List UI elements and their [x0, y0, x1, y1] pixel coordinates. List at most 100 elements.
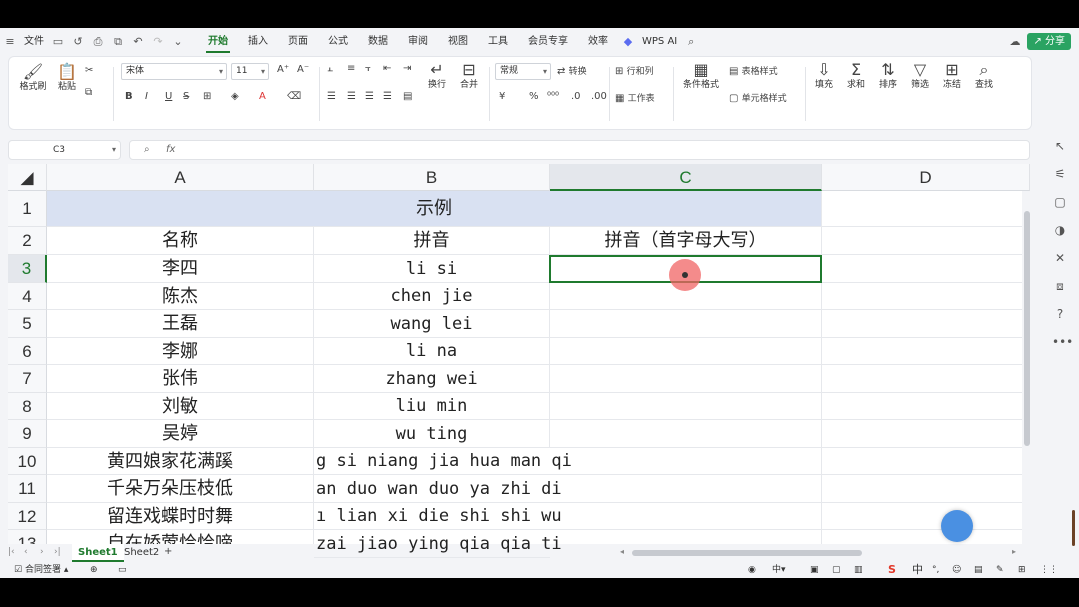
align-left-icon[interactable]: ☰ — [327, 91, 336, 102]
last-sheet-icon[interactable]: ›| — [54, 547, 61, 557]
more-icon[interactable]: ••• — [1052, 334, 1073, 350]
pinyin-capitalized-cell[interactable] — [550, 475, 822, 503]
cloud-icon[interactable]: ☁ — [1008, 35, 1022, 49]
next-sheet-icon[interactable]: › — [40, 547, 44, 557]
tab-wps-ai[interactable]: WPS AI — [638, 28, 681, 56]
tools-icon[interactable]: ✕ — [1052, 250, 1068, 266]
pinyin-cell[interactable]: ı lian xi die shi shi wu — [314, 503, 562, 530]
tab-formula[interactable]: 公式 — [318, 28, 358, 56]
backup-icon[interactable]: ⧈ — [1052, 278, 1068, 294]
row-header-9[interactable]: 9 — [8, 420, 47, 448]
eye-icon[interactable]: ◉ — [748, 562, 756, 578]
hamburger-icon[interactable]: ≡ — [3, 35, 17, 49]
prev-sheet-icon[interactable]: ‹ — [24, 547, 28, 557]
style-icon[interactable]: ◑ — [1052, 222, 1068, 238]
row-header-10[interactable]: 10 — [8, 448, 47, 475]
italic-icon[interactable]: I — [145, 91, 148, 102]
tab-home[interactable]: 开始 — [198, 28, 238, 56]
sogou-icon[interactable]: S — [888, 562, 896, 578]
name-cell[interactable]: 张伟 — [47, 365, 314, 393]
column-header-b[interactable]: B — [314, 164, 550, 191]
tab-member[interactable]: 会员专享 — [518, 28, 578, 56]
font-color-icon[interactable]: A — [259, 91, 266, 102]
table-cell[interactable] — [822, 503, 1030, 530]
sum-button[interactable]: Σ 求和 — [841, 61, 871, 91]
scroll-right-icon[interactable]: ▸ — [1012, 547, 1016, 556]
add-decimal-icon[interactable]: .0 — [571, 91, 581, 102]
distribute-icon[interactable]: ▤ — [403, 91, 412, 102]
vertical-scroll-thumb[interactable] — [1024, 211, 1030, 446]
pinyin-cell[interactable]: li si — [314, 255, 550, 283]
row-header-7[interactable]: 7 — [8, 365, 47, 393]
decrease-font-icon[interactable]: A⁻ — [297, 64, 309, 75]
tab-insert[interactable]: 插入 — [238, 28, 278, 56]
select-all-corner[interactable]: ◢ — [8, 164, 47, 191]
save-icon[interactable]: ▭ — [51, 35, 65, 49]
strikethrough-icon[interactable]: S̶ — [183, 91, 189, 102]
punctuation-icon[interactable]: °, — [932, 562, 939, 578]
print-preview-icon[interactable]: ⧉ — [111, 35, 125, 49]
align-bottom-icon[interactable]: ⫟ — [365, 63, 371, 74]
row-header-3[interactable]: 3 — [8, 255, 47, 283]
name-box[interactable]: C3 ▾ — [8, 140, 121, 160]
row-header-1[interactable]: 1 — [8, 191, 47, 227]
table-cell[interactable] — [822, 475, 1030, 503]
tab-page[interactable]: 页面 — [278, 28, 318, 56]
menu-file[interactable]: 文件 — [20, 28, 48, 56]
pinyin-cell[interactable]: g si niang jia hua man qi — [314, 448, 572, 475]
horizontal-scroll-thumb[interactable] — [632, 550, 862, 556]
align-center-icon[interactable]: ☰ — [347, 91, 356, 102]
table-cell[interactable] — [822, 227, 1030, 255]
help-icon[interactable]: ? — [1052, 306, 1068, 322]
clear-icon[interactable]: ⌫ — [287, 91, 301, 102]
tab-efficiency[interactable]: 效率 — [578, 28, 618, 56]
normal-view-icon[interactable]: ▣ — [810, 562, 819, 578]
wrap-text-button[interactable]: ↵ 换行 — [423, 61, 451, 91]
rows-cols-button[interactable]: ⊞ 行和列 — [615, 64, 654, 77]
name-cell[interactable]: 王磊 — [47, 310, 314, 338]
select-pointer-icon[interactable]: ↖ — [1052, 138, 1068, 154]
pinyin-cell[interactable]: wang lei — [314, 310, 550, 338]
pinyin-capitalized-cell[interactable] — [550, 503, 822, 530]
first-sheet-icon[interactable]: |‹ — [8, 547, 15, 557]
sheet-title-cell[interactable]: 示例 — [47, 191, 822, 227]
align-middle-icon[interactable]: ≡ — [347, 63, 355, 74]
pinyin-cell[interactable]: zhang wei — [314, 365, 550, 393]
row-header-6[interactable]: 6 — [8, 338, 47, 365]
pinyin-cell[interactable]: an duo wan duo ya zhi di — [314, 475, 562, 503]
table-cell[interactable] — [822, 255, 1030, 283]
add-sheet-icon[interactable]: + — [164, 546, 172, 557]
tab-review[interactable]: 审阅 — [398, 28, 438, 56]
print-icon[interactable]: ⎙ — [91, 35, 105, 49]
table-cell[interactable] — [822, 448, 1030, 475]
column-title-cell[interactable]: 拼音 — [314, 227, 550, 255]
indent-decrease-icon[interactable]: ⇤ — [383, 63, 391, 74]
merge-button[interactable]: ⊟ 合并 — [453, 61, 485, 91]
copy-icon[interactable]: ⧉ — [85, 87, 92, 98]
toolbox-icon[interactable]: ⊞ — [1018, 562, 1026, 578]
table-cell[interactable] — [822, 393, 1030, 420]
increase-font-icon[interactable]: A⁺ — [277, 64, 289, 75]
row-header-5[interactable]: 5 — [8, 310, 47, 338]
row-header-12[interactable]: 12 — [8, 503, 47, 530]
paste-button[interactable]: 📋 粘贴 — [51, 63, 83, 93]
underline-icon[interactable]: U — [165, 91, 172, 102]
pinyin-cell[interactable]: wu ting — [314, 420, 550, 448]
row-header-11[interactable]: 11 — [8, 475, 47, 503]
indent-increase-icon[interactable]: ⇥ — [403, 63, 411, 74]
border-icon[interactable]: ⊞ — [203, 91, 211, 102]
sort-button[interactable]: ⇅ 排序 — [873, 61, 903, 91]
scroll-left-icon[interactable]: ◂ — [620, 547, 624, 556]
pinyin-cell[interactable]: liu min — [314, 393, 550, 420]
pinyin-capitalized-cell[interactable] — [550, 420, 822, 448]
number-format-select[interactable]: 常规 ▾ — [495, 63, 551, 80]
name-cell[interactable]: 黄四娘家花满蹊 — [47, 448, 314, 475]
column-header-c[interactable]: C — [550, 164, 822, 191]
emoji-icon[interactable]: ☺ — [952, 562, 961, 578]
zoom-formula-icon[interactable]: ⌕ — [144, 141, 150, 159]
contract-sign-button[interactable]: ☑ 合同签署 ▴ — [14, 562, 68, 578]
freeze-button[interactable]: ⊞ 冻结 — [937, 61, 967, 91]
page-layout-icon[interactable]: ▢ — [832, 562, 841, 578]
cell-style-button[interactable]: ▢ 单元格样式 — [729, 91, 787, 104]
row-header-2[interactable]: 2 — [8, 227, 47, 255]
